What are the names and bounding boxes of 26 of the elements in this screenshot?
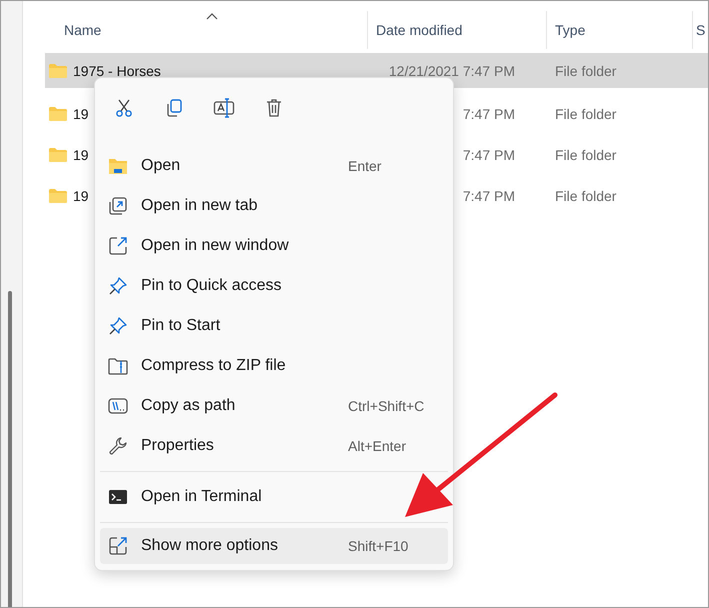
menu-item-label: Open in Terminal	[141, 488, 263, 506]
menu-item-label: Compress to ZIP file	[141, 357, 287, 375]
menu-item-label: Pin to Quick access	[141, 277, 282, 295]
menu-item-label: Pin to Start	[141, 317, 222, 335]
menu-item-label: Open in new window	[141, 237, 290, 255]
file-name: 19	[73, 106, 89, 122]
shortcut-text: Ctrl+Shift+C	[348, 398, 426, 414]
file-type: File folder	[555, 147, 616, 163]
file-type: File folder	[555, 62, 616, 78]
file-type: File folder	[555, 188, 616, 204]
menu-item-label: Copy as path	[141, 397, 236, 415]
date-modified: 7:47 PM	[462, 147, 515, 163]
file-type: File folder	[555, 106, 616, 122]
file-name: 1975 - Horses	[73, 62, 161, 78]
file-name: 19	[73, 147, 89, 163]
menu-item-label: Show more options	[141, 537, 279, 555]
shortcut-text: Alt+Enter	[348, 438, 407, 454]
menu-item-label: Open	[141, 157, 182, 175]
date-modified: 12/21/2021 7:47 PM	[388, 62, 515, 78]
shortcut-text: Shift+F10	[348, 538, 410, 554]
file-name: 19	[73, 188, 89, 204]
menu-item-label: Open in new tab	[141, 197, 259, 215]
shortcut-text: Enter	[348, 158, 382, 174]
date-modified: 7:47 PM	[462, 188, 515, 204]
menu-item-label: Properties	[141, 437, 215, 455]
date-modified: 7:47 PM	[462, 106, 515, 122]
